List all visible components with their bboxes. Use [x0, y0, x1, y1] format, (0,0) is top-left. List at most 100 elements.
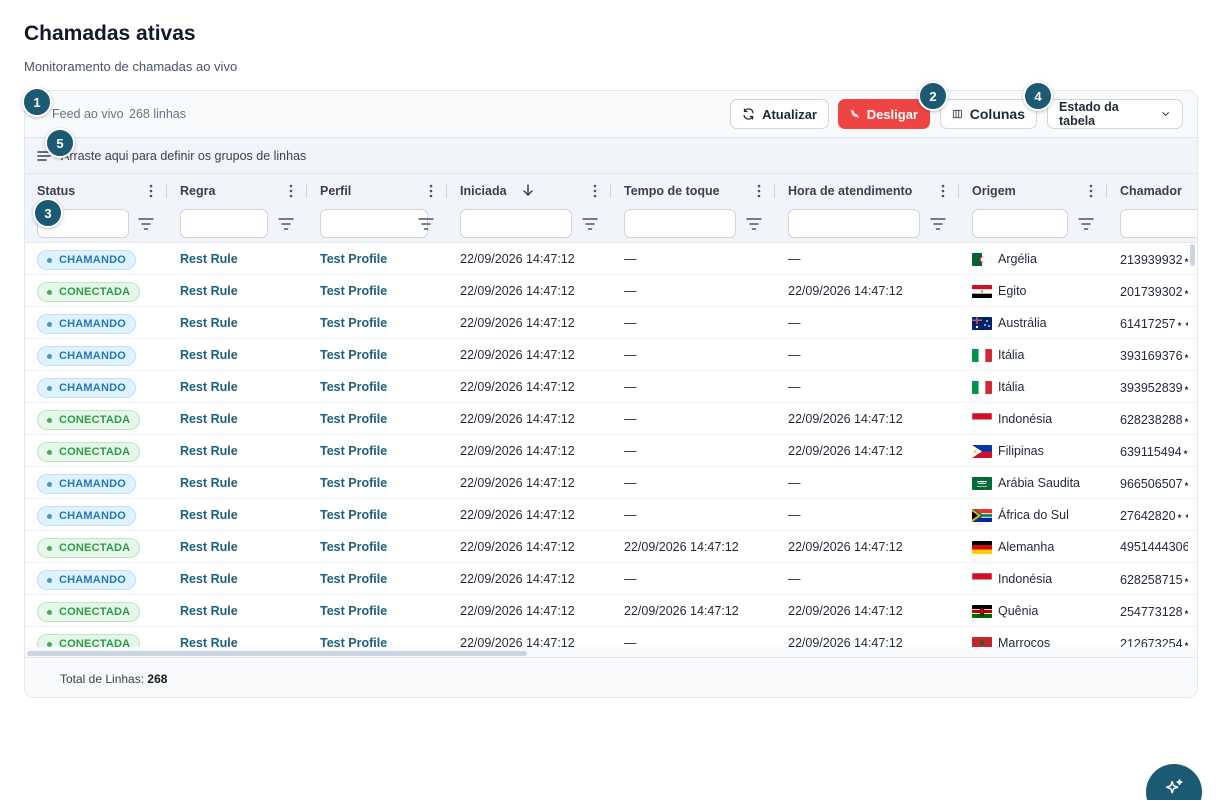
tour-marker-5[interactable]: 5 [45, 128, 75, 158]
table-row[interactable]: CONECTADA Rest Rule Test Profile 22/09/2026… [25, 595, 1197, 627]
column-header-iniciada[interactable]: Iniciada [460, 184, 507, 198]
column-separator[interactable] [1106, 184, 1107, 198]
table-row[interactable]: CONECTADA Rest Rule Test Profile 22/09/2026… [25, 531, 1197, 563]
filter-input-iniciada[interactable] [460, 209, 572, 238]
vertical-scrollbar[interactable] [1190, 244, 1195, 266]
horizontal-scrollbar[interactable] [27, 651, 527, 656]
profile-link[interactable]: Test Profile [320, 572, 387, 586]
tour-marker-2[interactable]: 2 [918, 81, 948, 111]
column-separator[interactable] [166, 184, 167, 198]
filter-input-tempo-de-toque[interactable] [624, 209, 736, 238]
column-menu-icon[interactable] [1088, 183, 1094, 199]
status-badge: CONECTADA [37, 602, 141, 622]
profile-link[interactable]: Test Profile [320, 316, 387, 330]
tour-marker-4[interactable]: 4 [1023, 81, 1053, 111]
table-row[interactable]: CONECTADA Rest Rule Test Profile 22/09/2026… [25, 627, 1197, 647]
answer-time: 22/09/2026 14:47:12 [788, 284, 903, 298]
columns-button[interactable]: Colunas [940, 99, 1037, 129]
column-header-chamador[interactable]: Chamador [1120, 184, 1182, 198]
table-row[interactable]: CONECTADA Rest Rule Test Profile 22/09/2026… [25, 435, 1197, 467]
column-menu-icon[interactable] [148, 183, 154, 199]
tour-marker-3[interactable]: 3 [33, 198, 63, 228]
rule-link[interactable]: Rest Rule [180, 348, 238, 362]
profile-link[interactable]: Test Profile [320, 508, 387, 522]
status-badge: CHAMANDO [37, 570, 136, 590]
column-menu-icon[interactable] [288, 183, 294, 199]
filter-icon[interactable] [930, 217, 946, 231]
total-rows-text: Total de Linhas: [60, 672, 145, 686]
column-menu-icon[interactable] [592, 183, 598, 199]
column-header-origem[interactable]: Origem [972, 184, 1016, 198]
status-badge: CONECTADA [37, 410, 141, 430]
profile-link[interactable]: Test Profile [320, 444, 387, 458]
filter-input-regra[interactable] [180, 209, 268, 238]
profile-link[interactable]: Test Profile [320, 348, 387, 362]
profile-link[interactable]: Test Profile [320, 636, 387, 647]
answer-time: 22/09/2026 14:47:12 [788, 604, 903, 618]
table-row[interactable]: CHAMANDO Rest Rule Test Profile 22/09/2026 … [25, 371, 1197, 403]
filter-icon[interactable] [746, 217, 762, 231]
assistant-fab-button[interactable] [1146, 764, 1202, 800]
filter-input-perfil[interactable] [320, 209, 428, 238]
filter-input-chamador[interactable] [1120, 209, 1197, 238]
column-separator[interactable] [446, 184, 447, 198]
rule-link[interactable]: Rest Rule [180, 252, 238, 266]
phone-off-icon [850, 109, 859, 119]
column-separator[interactable] [306, 184, 307, 198]
column-header-status[interactable]: Status [37, 184, 75, 198]
profile-link[interactable]: Test Profile [320, 380, 387, 394]
table-row[interactable]: CHAMANDO Rest Rule Test Profile 22/09/2026 … [25, 339, 1197, 371]
column-menu-icon[interactable] [940, 183, 946, 199]
ring-time: — [624, 316, 637, 330]
hangup-button[interactable]: Desligar [838, 99, 930, 129]
rule-link[interactable]: Rest Rule [180, 636, 238, 647]
origin-country: África do Sul [998, 508, 1069, 522]
profile-link[interactable]: Test Profile [320, 412, 387, 426]
refresh-button[interactable]: Atualizar [730, 99, 829, 129]
column-separator[interactable] [958, 184, 959, 198]
table-row[interactable]: CONECTADA Rest Rule Test Profile 22/09/2026… [25, 403, 1197, 435]
column-header-tempo-de-toque[interactable]: Tempo de toque [624, 184, 720, 198]
column-header-hora-de-atendimento[interactable]: Hora de atendimento [788, 184, 912, 198]
profile-link[interactable]: Test Profile [320, 252, 387, 266]
table-row[interactable]: CHAMANDO Rest Rule Test Profile 22/09/2026 … [25, 563, 1197, 595]
profile-link[interactable]: Test Profile [320, 284, 387, 298]
column-menu-icon[interactable] [428, 183, 434, 199]
profile-link[interactable]: Test Profile [320, 476, 387, 490]
table-row[interactable]: CHAMANDO Rest Rule Test Profile 22/09/2026 … [25, 499, 1197, 531]
status-text: CHAMANDO [59, 318, 126, 330]
table-row[interactable]: CHAMANDO Rest Rule Test Profile 22/09/2026 … [25, 307, 1197, 339]
filter-icon[interactable] [278, 217, 294, 231]
column-separator[interactable] [774, 184, 775, 198]
table-row[interactable]: CHAMANDO Rest Rule Test Profile 22/09/2026 … [25, 467, 1197, 499]
rule-link[interactable]: Rest Rule [180, 284, 238, 298]
column-header-regra[interactable]: Regra [180, 184, 215, 198]
filter-input-origem[interactable] [972, 209, 1068, 238]
profile-link[interactable]: Test Profile [320, 540, 387, 554]
ring-time: — [624, 636, 637, 647]
rule-link[interactable]: Rest Rule [180, 540, 238, 554]
rule-link[interactable]: Rest Rule [180, 476, 238, 490]
rule-link[interactable]: Rest Rule [180, 508, 238, 522]
rule-link[interactable]: Rest Rule [180, 316, 238, 330]
table-row[interactable]: CONECTADA Rest Rule Test Profile 22/09/2026… [25, 275, 1197, 307]
table-state-dropdown[interactable]: Estado da tabela [1047, 99, 1183, 129]
filter-icon[interactable] [1078, 217, 1094, 231]
column-menu-icon[interactable] [756, 183, 762, 199]
table-row[interactable]: CHAMANDO Rest Rule Test Profile 22/09/2026 … [25, 243, 1197, 275]
filter-input-hora-de-atendimento[interactable] [788, 209, 920, 238]
filter-icon[interactable] [138, 217, 154, 231]
row-group-drop-zone[interactable]: Arraste aqui para definir os grupos de l… [25, 137, 1197, 173]
tour-marker-1[interactable]: 1 [22, 87, 52, 117]
profile-link[interactable]: Test Profile [320, 604, 387, 618]
rule-link[interactable]: Rest Rule [180, 604, 238, 618]
rule-link[interactable]: Rest Rule [180, 444, 238, 458]
rule-link[interactable]: Rest Rule [180, 412, 238, 426]
rule-link[interactable]: Rest Rule [180, 380, 238, 394]
rule-link[interactable]: Rest Rule [180, 572, 238, 586]
sort-descending-icon[interactable] [521, 183, 535, 197]
column-separator[interactable] [610, 184, 611, 198]
column-header-perfil[interactable]: Perfil [320, 184, 351, 198]
filter-icon[interactable] [418, 217, 434, 231]
filter-icon[interactable] [582, 217, 598, 231]
